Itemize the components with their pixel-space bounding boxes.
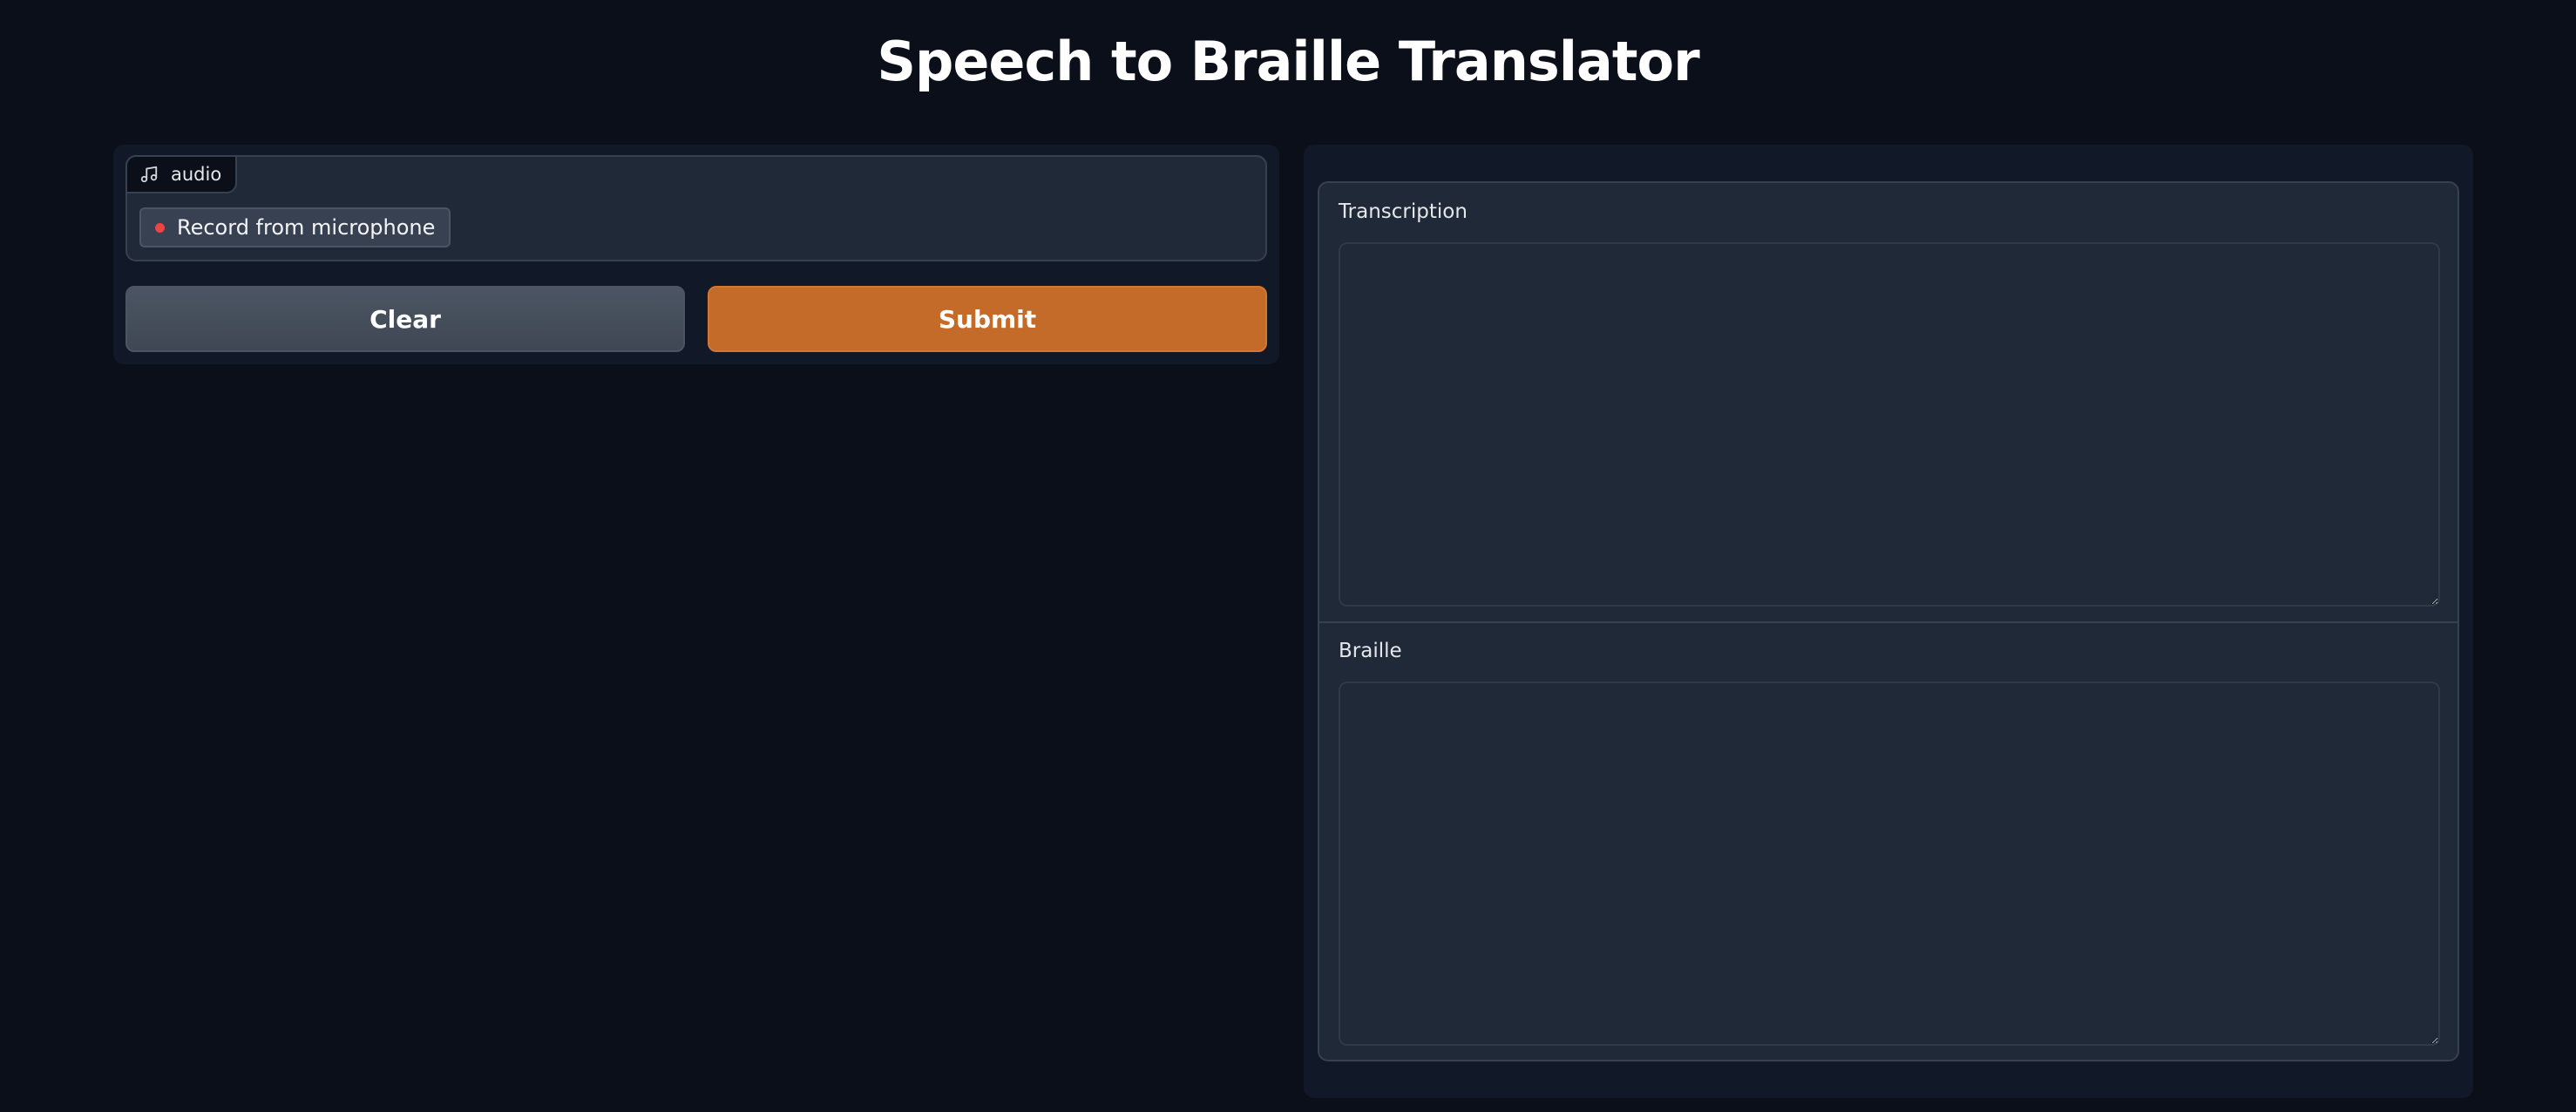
submit-button[interactable]: Submit bbox=[708, 286, 1267, 352]
app-page: Speech to Braille Translator audio Recor… bbox=[0, 0, 2576, 1112]
audio-label: audio bbox=[171, 164, 222, 185]
record-button-label: Record from microphone bbox=[177, 215, 436, 240]
divider bbox=[1319, 621, 2457, 623]
output-panel: Transcription Braille bbox=[1304, 145, 2473, 1098]
clear-button[interactable]: Clear bbox=[125, 286, 685, 352]
braille-label: Braille bbox=[1339, 640, 1402, 662]
record-dot-icon bbox=[155, 222, 165, 233]
record-from-microphone-button[interactable]: Record from microphone bbox=[139, 207, 451, 247]
audio-label-badge: audio bbox=[125, 155, 238, 193]
audio-input: audio Record from microphone bbox=[125, 155, 1267, 261]
transcription-label: Transcription bbox=[1339, 200, 1468, 223]
braille-textarea[interactable] bbox=[1339, 681, 2440, 1046]
transcription-textarea[interactable] bbox=[1339, 242, 2440, 607]
music-note-icon bbox=[140, 166, 158, 183]
page-title: Speech to Braille Translator bbox=[877, 30, 1699, 93]
input-panel: audio Record from microphone Clear Submi… bbox=[113, 145, 1279, 364]
output-box: Transcription Braille bbox=[1318, 181, 2459, 1061]
